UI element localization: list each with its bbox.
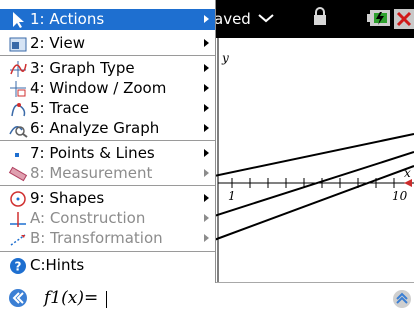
close-button[interactable] [394, 9, 414, 29]
submenu-arrow-icon [204, 169, 209, 177]
submenu-arrow-icon [204, 149, 209, 157]
submenu-arrow-icon [204, 214, 209, 222]
measurement-icon [8, 166, 28, 182]
submenu-arrow-icon [204, 84, 209, 92]
svg-text:?: ? [15, 260, 22, 274]
x-tick-label-10: 10 [392, 189, 408, 203]
menu-item-analyze-graph[interactable]: 6: Analyze Graph [0, 118, 215, 139]
menu-separator [0, 55, 215, 56]
battery-icon [367, 10, 390, 26]
shapes-icon [10, 191, 26, 207]
menu-item-label: 9: Shapes [30, 189, 105, 207]
menu-panel: 1: Actions 2: View 3: Graph Type 4: Wind… [0, 0, 216, 283]
menu-item-label: 2: View [30, 34, 85, 52]
submenu-arrow-icon [204, 64, 209, 72]
transformation-icon [10, 234, 26, 246]
menu-item-label: 3: Graph Type [30, 59, 135, 77]
entry-line[interactable]: f1(x)= [0, 282, 414, 314]
submenu-arrow-icon [204, 39, 209, 47]
menu-item-graph-type[interactable]: 3: Graph Type [0, 58, 215, 79]
menu-item-label: 7: Points & Lines [30, 144, 155, 162]
menu-item-actions[interactable]: 1: Actions [0, 9, 215, 30]
menu-item-label: B: Transformation [30, 229, 163, 247]
menu-item-label: 1: Actions [30, 10, 105, 28]
hints-icon: ? [10, 258, 26, 274]
scroll-up-icon[interactable] [392, 289, 412, 309]
chevron-down-icon[interactable] [258, 13, 274, 23]
menu-item-measurement[interactable]: 8: Measurement [0, 163, 215, 184]
menu-item-window-zoom[interactable]: 4: Window / Zoom [0, 78, 215, 99]
menu-separator [0, 140, 215, 141]
menu-item-label: A: Construction [30, 209, 146, 227]
function-line-3[interactable] [214, 165, 414, 241]
menu-item-label: 6: Analyze Graph [30, 119, 160, 137]
menu-item-view[interactable]: 2: View [0, 33, 215, 54]
pointer-arrow-icon [13, 12, 24, 28]
menu-item-label: C:Hints [30, 256, 85, 274]
menu-item-points-lines[interactable]: 7: Points & Lines [0, 143, 215, 164]
graph-type-icon [10, 61, 27, 77]
menu-item-label: 5: Trace [30, 99, 90, 117]
function-line-2[interactable] [214, 151, 414, 217]
lock-icon [314, 7, 326, 25]
menu-item-shapes[interactable]: 9: Shapes [0, 188, 215, 209]
expand-entry-line-icon[interactable] [8, 288, 28, 308]
submenu-arrow-icon [204, 15, 209, 23]
submenu-arrow-icon [204, 194, 209, 202]
text-cursor [106, 291, 107, 308]
function-input[interactable] [106, 289, 356, 309]
points-lines-icon [15, 153, 19, 157]
function-line-1[interactable] [214, 133, 414, 177]
document-title[interactable]: aved [214, 10, 251, 28]
view-icon [9, 37, 27, 52]
x-tick-label-1: 1 [228, 189, 236, 203]
submenu-arrow-icon [204, 104, 209, 112]
menu-item-hints[interactable]: ? C:Hints [0, 255, 215, 276]
submenu-arrow-icon [204, 124, 209, 132]
menu-item-label: 8: Measurement [30, 164, 153, 182]
menu-item-construction[interactable]: A: Construction [0, 208, 215, 229]
submenu-arrow-icon [204, 234, 209, 242]
menu-item-trace[interactable]: 5: Trace [0, 98, 215, 119]
close-icon [396, 11, 412, 27]
analyze-graph-icon [9, 126, 28, 138]
window-zoom-icon [10, 81, 26, 97]
menu-item-label: 4: Window / Zoom [30, 79, 167, 97]
x-axis-arrow [404, 179, 412, 187]
menu-separator [0, 251, 215, 252]
menu-separator [0, 185, 215, 186]
graph-area[interactable]: y x 1 10 [214, 38, 414, 282]
function-label: f1(x)= [44, 288, 99, 308]
y-axis-label: y [221, 51, 229, 65]
construction-icon [10, 212, 26, 227]
menu-item-transformation[interactable]: B: Transformation [0, 228, 215, 249]
trace-icon [11, 103, 26, 117]
